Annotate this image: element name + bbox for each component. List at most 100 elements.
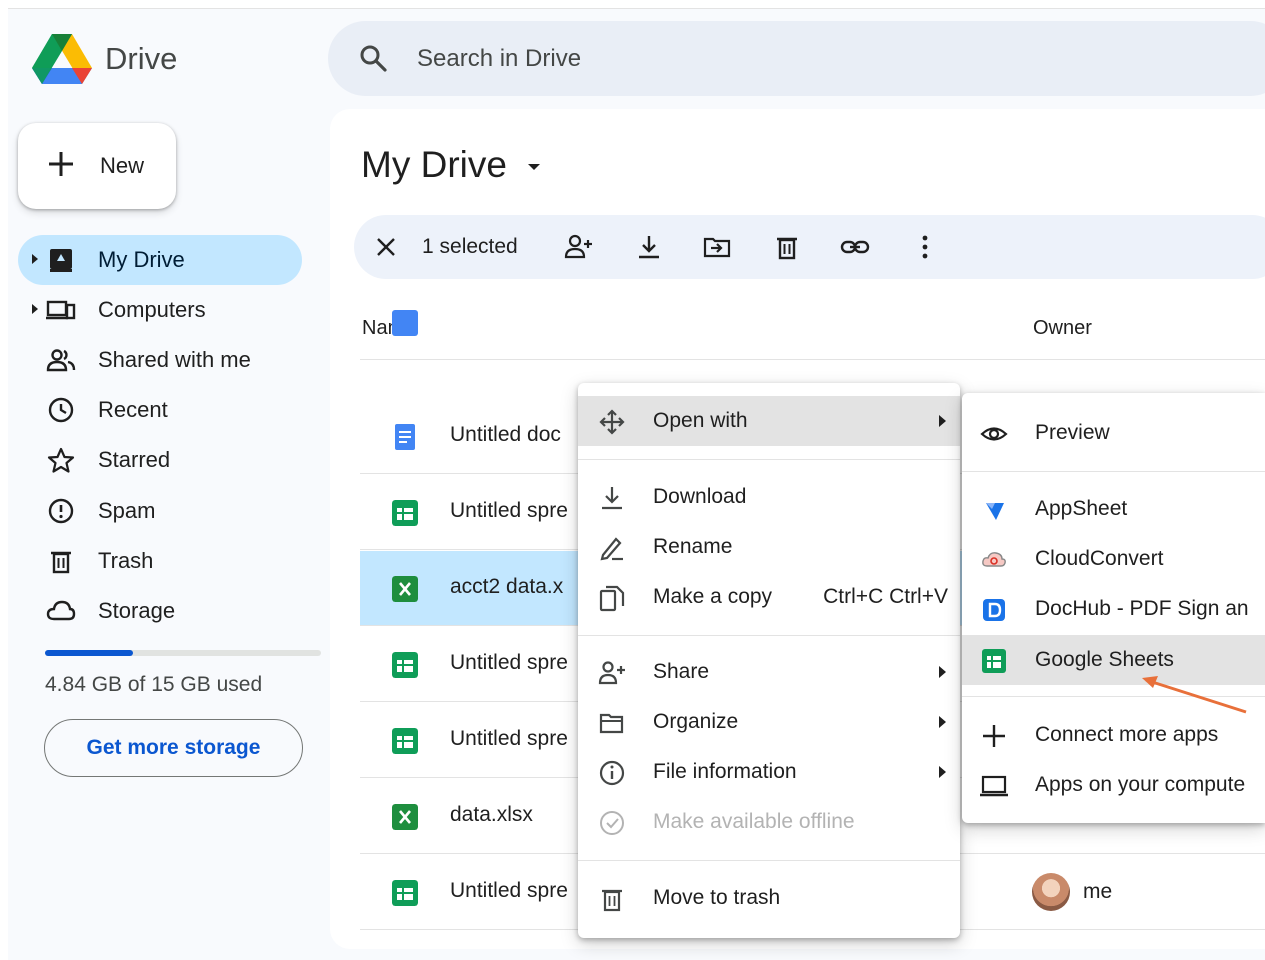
sidebar-item-storage[interactable]: Storage [18,586,302,636]
sidebar-item-label: Trash [98,548,154,573]
submenu-arrow-icon [939,415,946,427]
sidebar-item-label: Recent [98,397,168,422]
menu-item-connect-more-apps[interactable]: Connect more apps [962,710,1265,760]
close-icon[interactable] [376,237,396,257]
menu-item-label: Apps on your compute [1035,773,1246,796]
trash-icon [51,551,71,574]
sidebar-item-trash[interactable]: Trash [18,536,302,586]
menu-item-file-information[interactable]: File information [578,747,960,797]
open-with-submenu: Preview AppSheet CloudConvert DocHub - P… [962,393,1265,823]
menu-item-label: Preview [1035,421,1110,444]
search-input[interactable]: Search in Drive [417,45,581,73]
sheets-file-icon [392,880,418,906]
spam-icon [48,498,74,524]
dochub-icon [983,599,1005,621]
plus-icon [983,725,1005,747]
menu-item-label: Organize [653,710,739,733]
menu-item-appsheet[interactable]: AppSheet [962,484,1265,534]
trash-icon[interactable] [772,232,802,262]
link-icon[interactable] [840,232,870,262]
menu-item-label: AppSheet [1035,497,1128,520]
file-name: acct2 data.x [450,575,564,598]
menu-item-share[interactable]: Share [578,647,960,697]
plus-icon [49,152,73,176]
sidebar-item-starred[interactable]: Starred [18,435,302,485]
menu-item-download[interactable]: Download [578,472,960,522]
cloud-icon [46,600,76,621]
submenu-arrow-icon [939,716,946,728]
share-add-person-icon [598,661,625,685]
menu-item-dochub[interactable]: DocHub - PDF Sign an [962,584,1265,634]
menu-item-rename[interactable]: Rename [578,522,960,572]
new-button[interactable]: New [18,123,176,209]
owner-avatar [1032,873,1070,911]
search-bar[interactable]: Search in Drive [328,21,1265,96]
submenu-arrow-icon [939,666,946,678]
menu-divider [578,459,960,460]
menu-item-make-copy[interactable]: Make a copy Ctrl+C Ctrl+V [578,572,960,622]
more-vert-icon[interactable] [910,232,940,262]
owner-name: me [1083,880,1113,903]
folder-open-icon [599,713,624,734]
expand-arrow-icon[interactable] [32,254,38,264]
menu-item-open-with[interactable]: Open with [578,396,960,446]
get-more-storage-label: Get more storage [86,736,261,759]
menu-item-label: Move to trash [653,886,781,909]
menu-divider [578,860,960,861]
trash-icon [602,889,622,912]
selection-count: 1 selected [422,235,518,258]
excel-file-icon [392,576,418,602]
page-title[interactable]: My Drive [361,144,507,186]
selection-toolbar: 1 selected [354,215,1265,279]
star-icon [47,447,75,473]
menu-item-label: File information [653,760,797,783]
table-row[interactable] [360,285,1265,360]
menu-item-label: Connect more apps [1035,723,1219,746]
sidebar-item-computers[interactable]: Computers [18,285,302,335]
computers-icon [46,300,76,320]
shortcut-text: Ctrl+C Ctrl+V [823,585,948,608]
annotation-arrow-icon [1142,676,1247,714]
sidebar-item-label: My Drive [98,247,185,272]
menu-item-organize[interactable]: Organize [578,697,960,747]
title-dropdown-icon[interactable] [528,164,540,170]
excel-file-icon [392,804,418,830]
open-with-move-icon [599,409,625,435]
app-name: Drive [105,41,178,76]
storage-fill [45,650,134,656]
expand-arrow-icon[interactable] [32,304,38,314]
sidebar-item-recent[interactable]: Recent [18,385,302,435]
sidebar-item-shared-with-me[interactable]: Shared with me [18,335,302,385]
sidebar-item-label: Starred [98,447,171,472]
menu-item-label: Rename [653,535,733,558]
sidebar-item-my-drive[interactable]: My Drive [18,235,302,285]
download-icon[interactable] [634,232,664,262]
sidebar-item-spam[interactable]: Spam [18,486,302,536]
eye-icon [980,427,1008,441]
submenu-arrow-icon [939,766,946,778]
menu-item-apps-on-computer[interactable]: Apps on your compute [962,760,1265,810]
menu-item-label: Make a copy [653,585,773,608]
sidebar-item-label: Computers [98,297,206,322]
get-more-storage-button[interactable]: Get more storage [44,719,303,777]
sidebar-item-label: Shared with me [98,347,251,372]
storage-bar [45,650,321,656]
new-label: New [100,153,145,178]
menu-item-preview[interactable]: Preview [962,408,1265,458]
share-add-person-icon[interactable] [564,232,594,262]
sheets-file-icon [392,652,418,678]
file-name: Untitled spre [450,879,568,902]
menu-item-label: DocHub - PDF Sign an [1035,597,1249,620]
menu-item-label: Google Sheets [1035,648,1174,671]
menu-item-cloudconvert[interactable]: CloudConvert [962,534,1265,584]
rename-pencil-icon [600,537,623,561]
menu-divider [962,471,1265,472]
menu-item-label: Share [653,660,710,683]
file-name: Untitled spre [450,499,568,522]
menu-item-move-to-trash[interactable]: Move to trash [578,873,960,923]
cloudconvert-icon [982,552,1006,567]
file-name: data.xlsx [450,803,533,826]
sidebar-item-label: Storage [98,598,176,623]
move-to-folder-icon[interactable] [702,232,732,262]
search-icon[interactable] [358,43,388,73]
